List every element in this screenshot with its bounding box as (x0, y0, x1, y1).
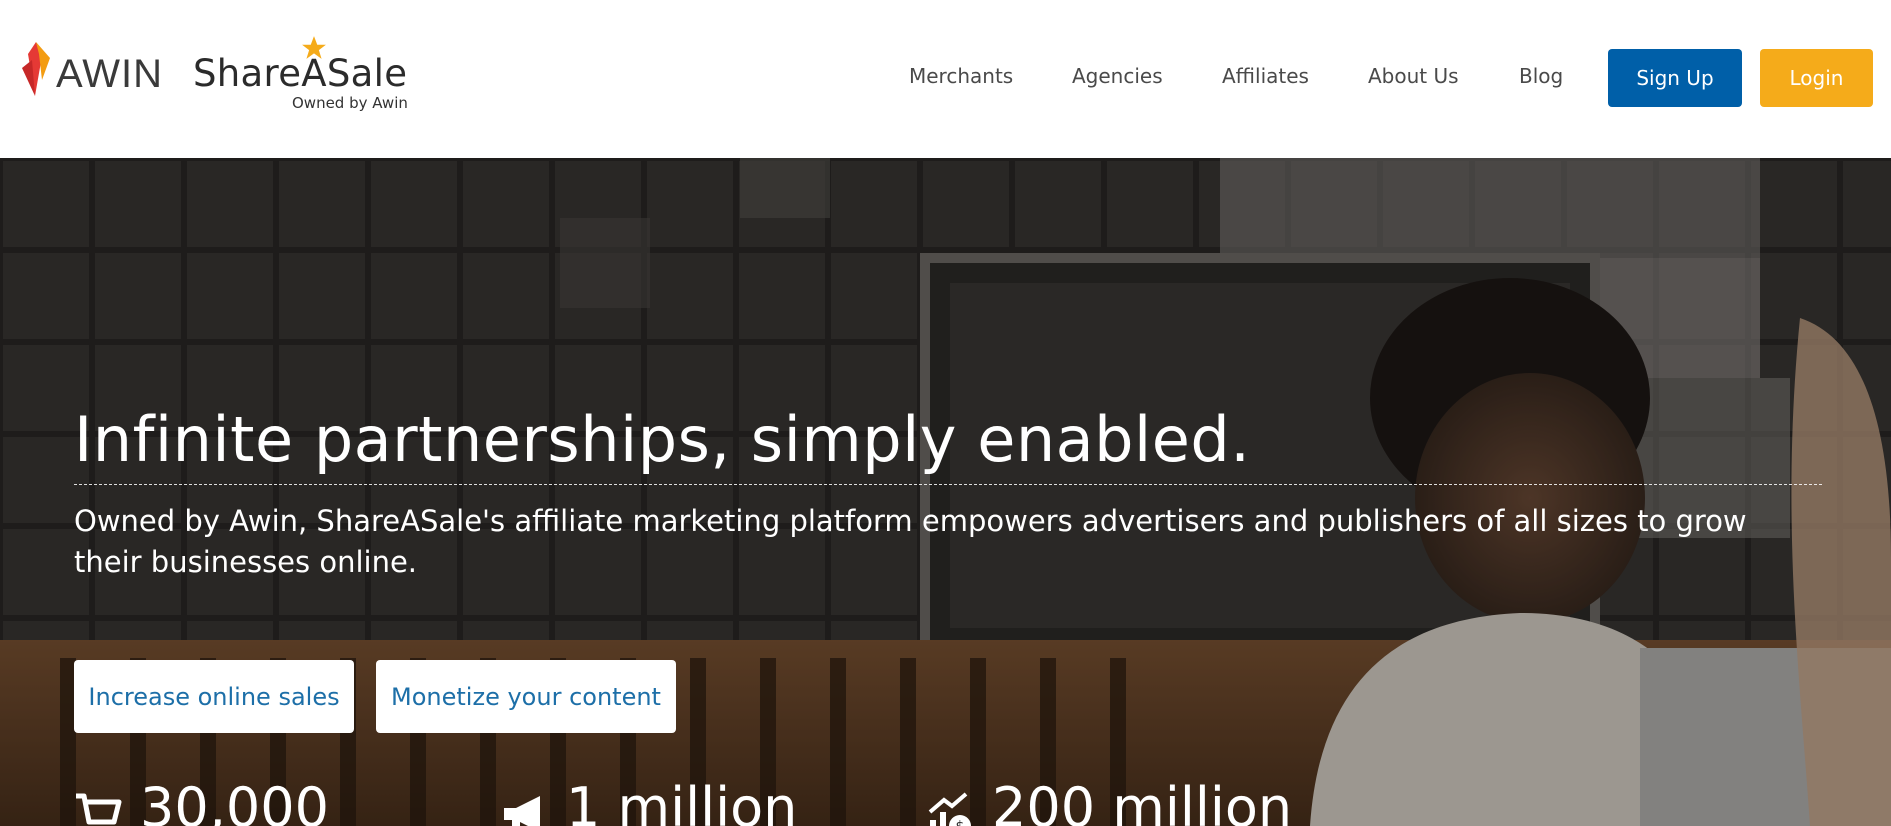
hero-title: Infinite partnerships, simply enabled. (74, 403, 1251, 476)
hero-divider (74, 484, 1822, 485)
growth-chart-dollar-icon: $ (928, 792, 971, 826)
stat-value: 30,000 (140, 776, 329, 826)
stat-merchants: 30,000 (74, 778, 329, 826)
site-header: AWIN ShareASale Owned by Awin Merchants … (0, 0, 1891, 158)
hero-section: Infinite partnerships, simply enabled. O… (0, 158, 1891, 826)
stat-value: 200 million (992, 776, 1293, 826)
nav-affiliates[interactable]: Affiliates (1222, 64, 1309, 88)
hero-subtitle: Owned by Awin, ShareASale's affiliate ma… (74, 504, 1747, 579)
stat-transactions: $ 200 million (926, 778, 1292, 826)
svg-text:$: $ (956, 819, 965, 826)
monetize-your-content-button[interactable]: Monetize your content (376, 660, 676, 733)
nav-merchants[interactable]: Merchants (909, 64, 1013, 88)
nav-about-us[interactable]: About Us (1368, 64, 1459, 88)
increase-online-sales-button[interactable]: Increase online sales (74, 660, 354, 733)
nav-agencies[interactable]: Agencies (1072, 64, 1163, 88)
stat-affiliates: 1 million (500, 778, 797, 826)
stat-value: 1 million (566, 776, 798, 826)
megaphone-icon (504, 796, 540, 826)
login-button[interactable]: Login (1760, 49, 1873, 107)
nav-blog[interactable]: Blog (1519, 64, 1563, 88)
shopping-cart-icon (76, 793, 122, 825)
sign-up-button[interactable]: Sign Up (1608, 49, 1742, 107)
